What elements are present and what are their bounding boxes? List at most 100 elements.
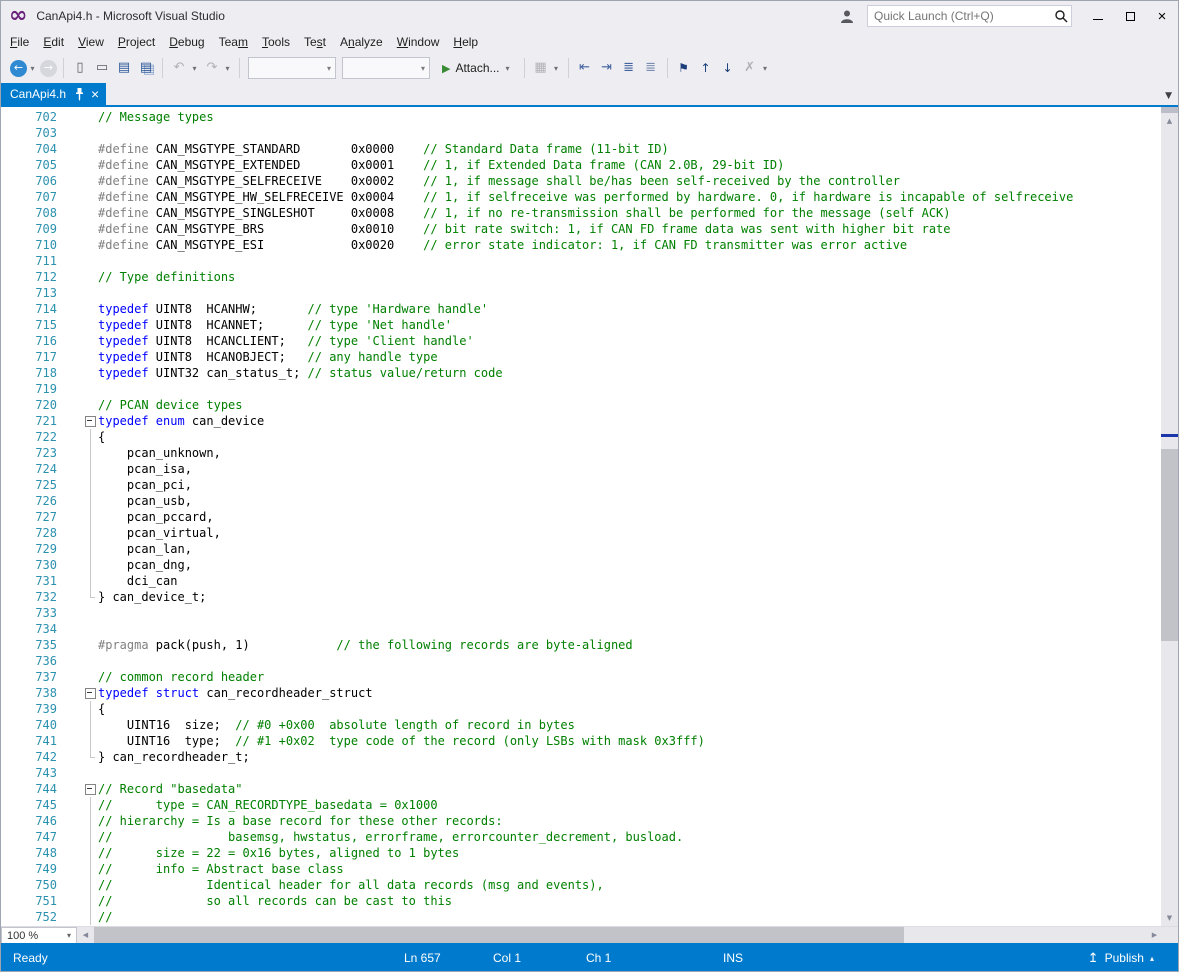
code-line[interactable]: 737// common record header [1,669,1163,685]
vertical-scroll-thumb[interactable] [1161,449,1178,641]
pin-icon[interactable] [75,88,84,101]
vertical-scrollbar[interactable]: ▲ ▼ [1161,107,1178,926]
code-line[interactable]: 742} can_recordheader_t; [1,749,1163,765]
code-line[interactable]: 748// size = 22 = 0x16 bytes, aligned to… [1,845,1163,861]
code-line[interactable]: 724 pcan_isa, [1,461,1163,477]
code-line[interactable]: 726 pcan_usb, [1,493,1163,509]
horizontal-scrollbar[interactable]: ◀ ▶ [77,927,1163,944]
code-line[interactable]: 744// Record "basedata" [1,781,1163,797]
save-all-icon[interactable]: ▤ [136,58,156,78]
bookmark-next-icon[interactable]: ↓ [718,58,738,78]
scroll-up-icon[interactable]: ▲ [1161,114,1178,128]
quick-launch-input[interactable] [867,5,1072,27]
toolbar-overflow-icon[interactable]: ▾ [761,64,770,73]
code-line[interactable]: 715typedef UINT8 HCANNET; // type 'Net h… [1,317,1163,333]
uncomment-selection-icon[interactable]: ≣ [641,58,661,78]
search-icon[interactable] [1054,9,1068,23]
code-line[interactable]: 708#define CAN_MSGTYPE_SINGLESHOT 0x0008… [1,205,1163,221]
code-line[interactable]: 720// PCAN device types [1,397,1163,413]
menu-help[interactable]: Help [446,32,485,52]
code-line[interactable]: 732} can_device_t; [1,589,1163,605]
tab-canapi4h[interactable]: CanApi4.h × [1,83,106,105]
splitter-grip[interactable] [1161,107,1178,113]
menu-file[interactable]: File [3,32,36,52]
code-line[interactable]: 746// hierarchy = Is a base record for t… [1,813,1163,829]
code-line[interactable]: 706#define CAN_MSGTYPE_SELFRECEIVE 0x000… [1,173,1163,189]
code-line[interactable]: 752// [1,909,1163,925]
horizontal-scroll-thumb[interactable] [94,927,904,944]
fold-toggle-icon[interactable] [59,685,98,701]
code-line[interactable]: 704#define CAN_MSGTYPE_STANDARD 0x0000 /… [1,141,1163,157]
code-line[interactable]: 749// info = Abstract base class [1,861,1163,877]
publish-button[interactable]: ↥ Publish ▴ [1080,943,1162,972]
bookmark-toggle-icon[interactable]: ⚑ [674,58,694,78]
code-line[interactable]: 751// so all records can be cast to this [1,893,1163,909]
close-tab-icon[interactable]: × [91,87,99,101]
code-line[interactable]: 719 [1,381,1163,397]
code-line[interactable]: 725 pcan_pci, [1,477,1163,493]
redo-dropdown-icon[interactable]: ▾ [223,64,232,73]
menu-edit[interactable]: Edit [36,32,71,52]
bookmark-clear-icon[interactable]: ✗ [740,58,760,78]
menu-debug[interactable]: Debug [162,32,211,52]
nav-back-dropdown-icon[interactable]: ▾ [28,64,37,73]
process-list-dropdown-icon[interactable]: ▾ [552,64,561,73]
menu-analyze[interactable]: Analyze [333,32,390,52]
code-line[interactable]: 740 UINT16 size; // #0 +0x00 absolute le… [1,717,1163,733]
menu-view[interactable]: View [71,32,111,52]
code-line[interactable]: 739{ [1,701,1163,717]
code-line[interactable]: 747// basemsg, hwstatus, errorframe, err… [1,829,1163,845]
menu-test[interactable]: Test [297,32,333,52]
new-file-icon[interactable]: ▯ [70,58,90,78]
code-line[interactable]: 729 pcan_lan, [1,541,1163,557]
code-line[interactable]: 702// Message types [1,109,1163,125]
code-line[interactable]: 741 UINT16 type; // #1 +0x02 type code o… [1,733,1163,749]
menu-team[interactable]: Team [212,32,255,52]
code-line[interactable]: 707#define CAN_MSGTYPE_HW_SELFRECEIVE 0x… [1,189,1163,205]
nav-forward-icon[interactable]: → [40,60,57,77]
save-icon[interactable]: ▤ [114,58,134,78]
fold-toggle-icon[interactable] [59,413,98,429]
code-line[interactable]: 723 pcan_unknown, [1,445,1163,461]
code-line[interactable]: 705#define CAN_MSGTYPE_EXTENDED 0x0001 /… [1,157,1163,173]
code-line[interactable]: 713 [1,285,1163,301]
zoom-control[interactable]: 100 % ▾ [1,927,77,944]
undo-dropdown-icon[interactable]: ▾ [190,64,199,73]
code-line[interactable]: 743 [1,765,1163,781]
bookmark-previous-icon[interactable]: ↑ [696,58,716,78]
nav-back-icon[interactable]: ← [10,60,27,77]
code-line[interactable]: 718typedef UINT32 can_status_t; // statu… [1,365,1163,381]
code-line[interactable]: 731 dci_can [1,573,1163,589]
menu-tools[interactable]: Tools [255,32,297,52]
undo-icon[interactable]: ↶ [169,58,189,78]
debug-target-combo[interactable]: ▾ [248,57,336,79]
code-line[interactable]: 711 [1,253,1163,269]
scroll-down-icon[interactable]: ▼ [1161,911,1178,925]
indent-decrease-icon[interactable]: ⇤ [575,58,595,78]
code-line[interactable]: 714typedef UINT8 HCANHW; // type 'Hardwa… [1,301,1163,317]
comment-selection-icon[interactable]: ≣ [619,58,639,78]
process-list-icon[interactable]: ▦ [531,58,551,78]
editor[interactable]: 702// Message types703704#define CAN_MSG… [1,107,1163,926]
code-line[interactable]: 703 [1,125,1163,141]
code-line[interactable]: 709#define CAN_MSGTYPE_BRS 0x0010 // bit… [1,221,1163,237]
attach-button[interactable]: ▶Attach...▾ [435,57,517,79]
close-button[interactable]: × [1146,1,1178,31]
solution-platform-combo[interactable]: ▾ [342,57,430,79]
code-line[interactable]: 721typedef enum can_device [1,413,1163,429]
menu-project[interactable]: Project [111,32,162,52]
code-line[interactable]: 722{ [1,429,1163,445]
code-line[interactable]: 745// type = CAN_RECORDTYPE_basedata = 0… [1,797,1163,813]
code-line[interactable]: 733 [1,605,1163,621]
code-line[interactable]: 717typedef UINT8 HCANOBJECT; // any hand… [1,349,1163,365]
code-line[interactable]: 727 pcan_pccard, [1,509,1163,525]
scroll-right-icon[interactable]: ▶ [1146,927,1163,944]
feedback-icon[interactable] [840,9,855,24]
minimize-button[interactable] [1082,1,1114,31]
maximize-button[interactable] [1114,1,1146,31]
menu-window[interactable]: Window [390,32,447,52]
scroll-left-icon[interactable]: ◀ [77,927,94,944]
code-line[interactable]: 750// Identical header for all data reco… [1,877,1163,893]
code-line[interactable]: 738typedef struct can_recordheader_struc… [1,685,1163,701]
indent-increase-icon[interactable]: ⇥ [597,58,617,78]
